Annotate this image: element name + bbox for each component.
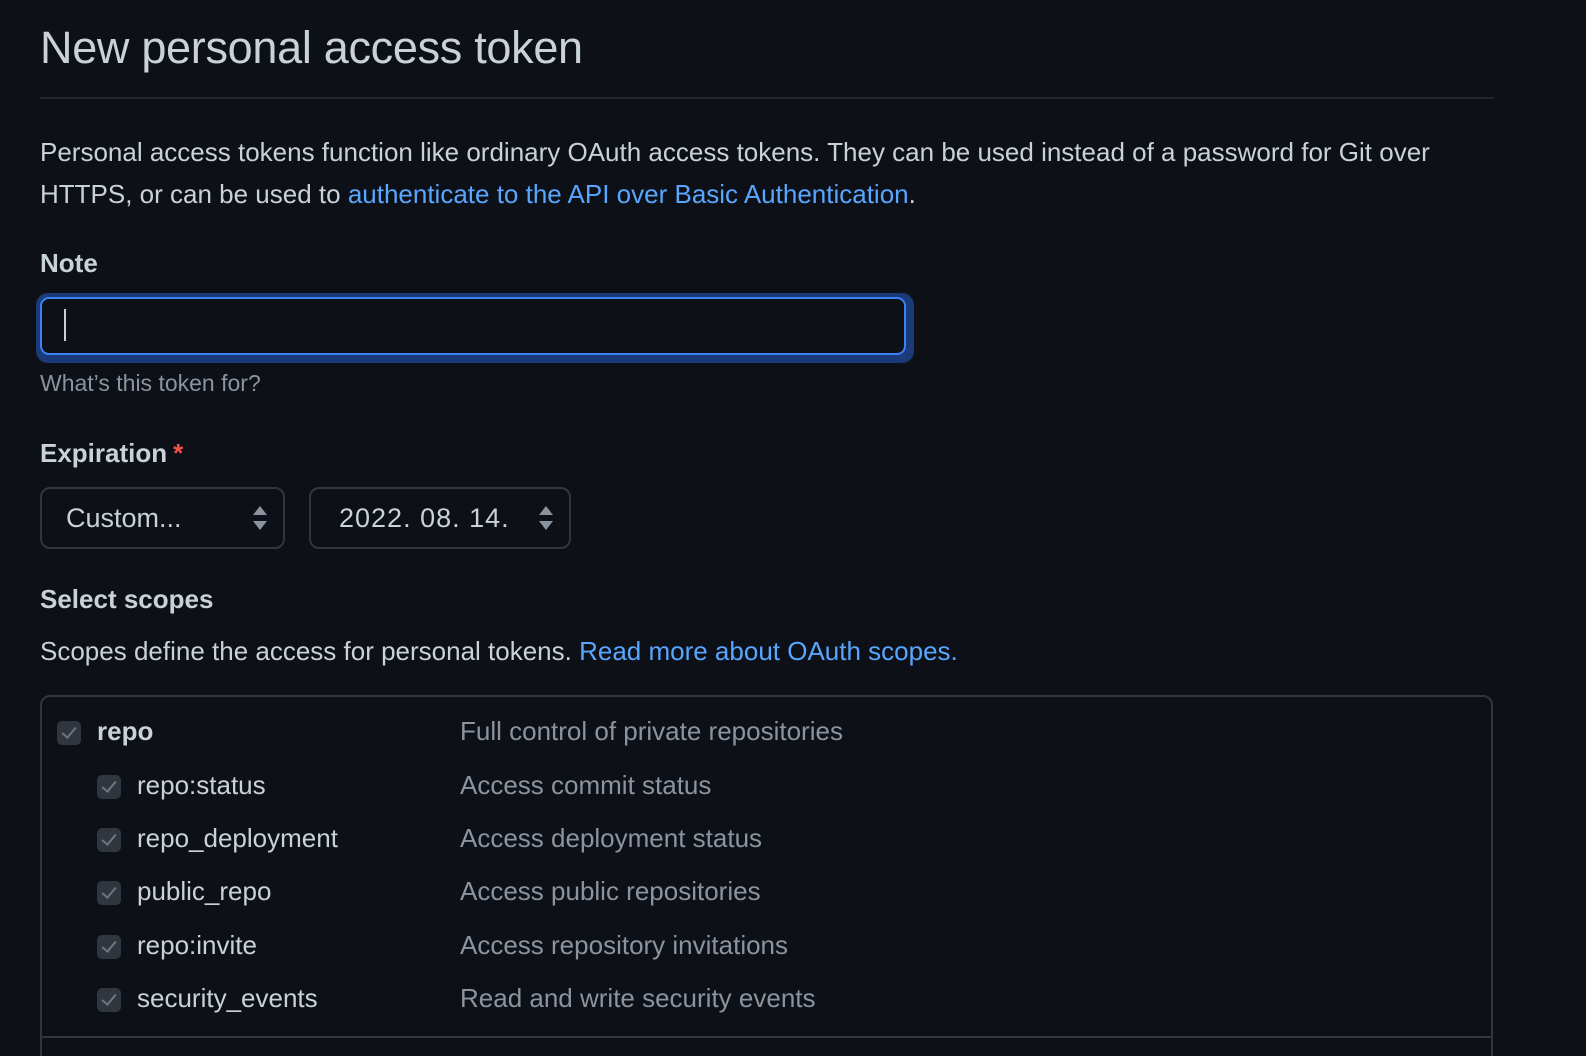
checkbox-repo-deployment[interactable] — [97, 828, 121, 852]
scope-name: security_events — [137, 983, 318, 1013]
scopes-group-divider — [40, 1036, 1493, 1038]
scopes-label: Select scopes — [40, 584, 214, 614]
scopes-description-text: Scopes define the access for personal to… — [40, 636, 580, 666]
text-caret — [64, 309, 66, 341]
checkbox-repo-status[interactable] — [97, 775, 121, 799]
page-title: New personal access token — [40, 22, 583, 73]
intro-text-after: . — [908, 179, 916, 209]
expiration-label: Expiration * — [40, 438, 183, 469]
date-stepper-icon[interactable] — [539, 506, 553, 530]
note-input[interactable] — [40, 297, 906, 355]
note-hint: What’s this token for? — [40, 370, 261, 396]
scope-name: repo:invite — [137, 930, 257, 960]
scope-row-repo-status — [97, 767, 121, 807]
checkbox-repo-invite[interactable] — [97, 935, 121, 959]
scope-name: repo_deployment — [137, 823, 338, 853]
scope-description: Access public repositories — [460, 876, 761, 906]
scopes-description: Scopes define the access for personal to… — [40, 636, 958, 667]
title-divider — [40, 97, 1494, 99]
intro-text: Personal access tokens function like ord… — [40, 131, 1500, 215]
checkbox-repo[interactable] — [57, 721, 81, 745]
scope-name: public_repo — [137, 876, 272, 906]
expiration-select[interactable]: Custom... — [40, 487, 285, 549]
scope-description: Full control of private repositories — [460, 716, 843, 746]
scope-row-repo-deployment — [97, 820, 121, 860]
scope-row-repo-invite — [97, 927, 121, 967]
new-token-page: New personal access token Personal acces… — [0, 0, 1586, 1056]
scope-description: Read and write security events — [460, 983, 816, 1013]
basic-auth-link[interactable]: authenticate to the API over Basic Authe… — [348, 179, 909, 209]
expiration-label-text: Expiration — [40, 438, 168, 468]
scope-name: repo:status — [137, 770, 266, 800]
note-label: Note — [40, 248, 98, 278]
scope-row-repo — [57, 713, 81, 753]
expiration-date-value: 2022. 08. 14. — [339, 502, 510, 533]
checkbox-security-events[interactable] — [97, 988, 121, 1012]
scope-description: Access deployment status — [460, 823, 763, 853]
scope-description: Access commit status — [460, 770, 712, 800]
scope-name: repo — [97, 716, 154, 746]
select-updown-icon — [253, 506, 267, 530]
expiration-select-value: Custom... — [66, 502, 182, 533]
scope-row-public-repo — [97, 873, 121, 913]
checkbox-public-repo[interactable] — [97, 881, 121, 905]
scope-description: Access repository invitations — [460, 930, 789, 960]
required-marker: * — [173, 438, 184, 468]
note-focus-ring — [36, 293, 914, 363]
oauth-scopes-link[interactable]: Read more about OAuth scopes. — [579, 636, 958, 666]
scope-row-security-events — [97, 980, 121, 1020]
expiration-date-picker[interactable]: 2022. 08. 14. — [309, 487, 571, 549]
